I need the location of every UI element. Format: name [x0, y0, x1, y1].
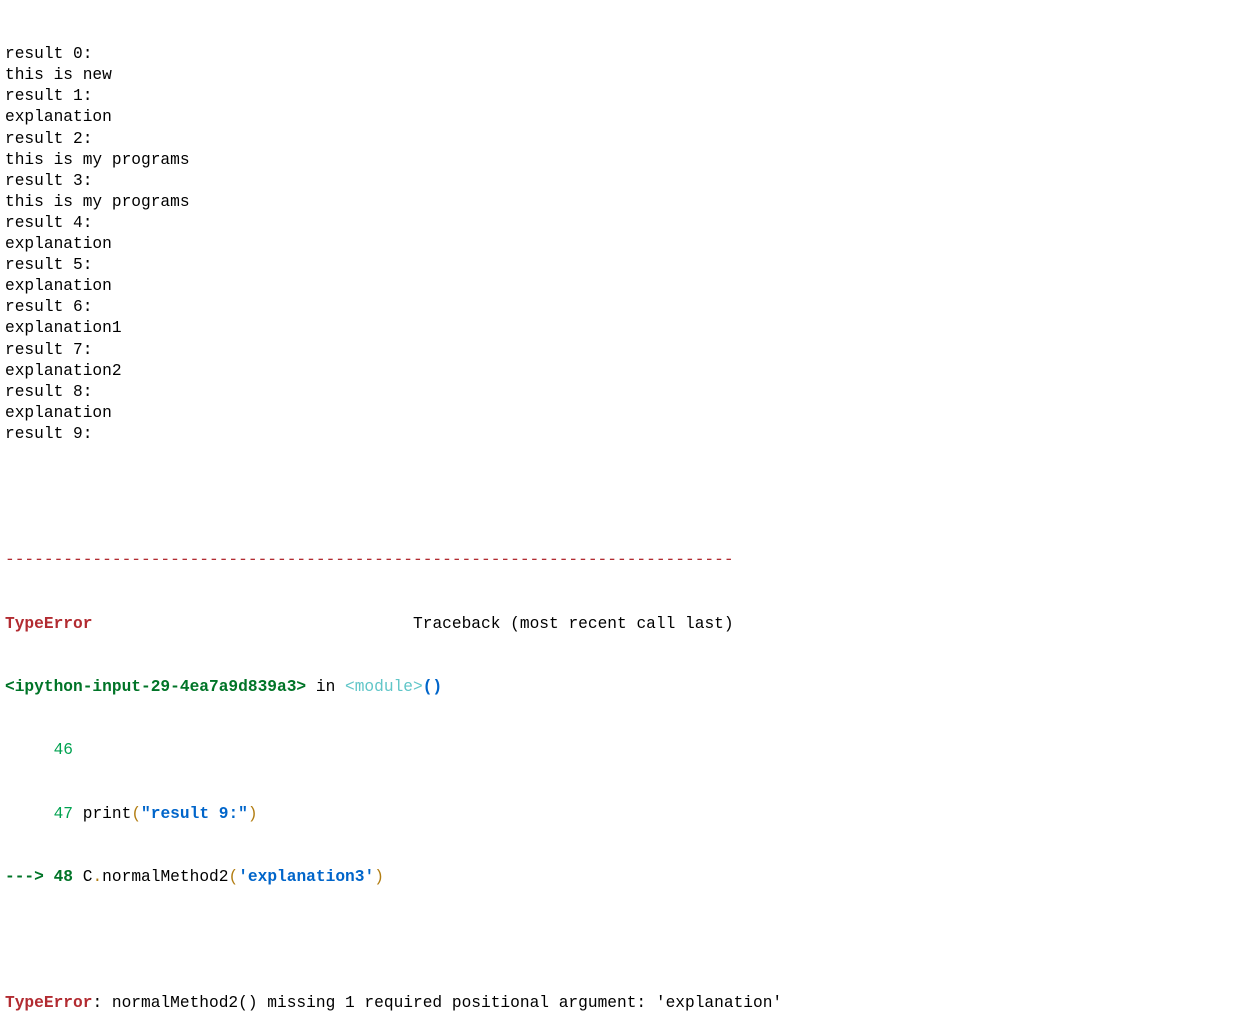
- stdout-line: result 0:: [5, 45, 93, 64]
- dot-operator: .: [92, 867, 103, 886]
- error-type: TypeError: [5, 614, 93, 633]
- code-method: normalMethod2: [102, 867, 229, 886]
- final-error-message: : normalMethod2() missing 1 required pos…: [92, 994, 783, 1013]
- traceback-current-line: ---> 48 C.normalMethod2('explanation3'): [5, 867, 782, 888]
- line-prefix: [5, 805, 54, 823]
- module-parens: (): [422, 678, 443, 696]
- close-paren: ): [374, 867, 384, 886]
- input-reference: <ipython-input-29-4ea7a9d839a3>: [5, 678, 307, 696]
- code-object: C: [73, 867, 93, 886]
- module-reference: <module>: [345, 678, 423, 696]
- stdout-line: explanation: [5, 108, 112, 127]
- traceback-header: TypeError Traceback (most recent call la…: [5, 614, 782, 635]
- stdout-line: explanation2: [5, 361, 122, 380]
- traceback-header-gap: [92, 615, 413, 633]
- line-prefix: [5, 741, 54, 759]
- stdout-line: this is my programs: [5, 192, 190, 211]
- stdout-line: result 2:: [5, 129, 93, 148]
- traceback-code-line: 47 print("result 9:"): [5, 804, 782, 825]
- stdout-block: result 0: this is new result 1: explanation…: [5, 44, 782, 445]
- line-number: 46: [53, 741, 74, 760]
- current-line-number: 48: [53, 867, 74, 886]
- stdout-line: result 4:: [5, 213, 93, 232]
- stdout-line: result 9:: [5, 424, 93, 443]
- string-literal: "result 9:": [141, 804, 248, 823]
- stdout-line: this is my programs: [5, 150, 190, 169]
- traceback-separator: ----------------------------------------…: [5, 551, 734, 570]
- stdout-line: result 5:: [5, 256, 93, 275]
- traceback-header-label: Traceback (most recent call last): [413, 614, 734, 633]
- close-paren: ): [247, 804, 258, 823]
- cell-output: result 0: this is new result 1: explanation…: [5, 2, 782, 1036]
- stdout-line: explanation: [5, 277, 112, 296]
- open-paren: (: [131, 804, 142, 823]
- final-error-type: TypeError: [5, 994, 93, 1013]
- stdout-line: explanation: [5, 403, 112, 422]
- stdout-line: explanation1: [5, 319, 122, 338]
- current-line-arrow: --->: [5, 867, 54, 886]
- open-paren: (: [228, 867, 239, 886]
- stdout-line: result 8:: [5, 382, 93, 401]
- string-literal: 'explanation3': [238, 867, 375, 886]
- stdout-line: result 6:: [5, 298, 93, 317]
- stdout-line: explanation: [5, 235, 112, 254]
- code-function: print: [73, 804, 132, 823]
- traceback-location: <ipython-input-29-4ea7a9d839a3> in <modu…: [5, 677, 782, 698]
- in-word: in: [306, 678, 345, 696]
- traceback-code-line: 46: [5, 740, 782, 761]
- stdout-line: result 7:: [5, 340, 93, 359]
- stdout-line: result 1:: [5, 87, 93, 106]
- stdout-line: result 3:: [5, 171, 93, 190]
- final-error-line: TypeError: normalMethod2() missing 1 req…: [5, 993, 782, 1014]
- stdout-line: this is new: [5, 66, 112, 85]
- line-number: 47: [53, 804, 74, 823]
